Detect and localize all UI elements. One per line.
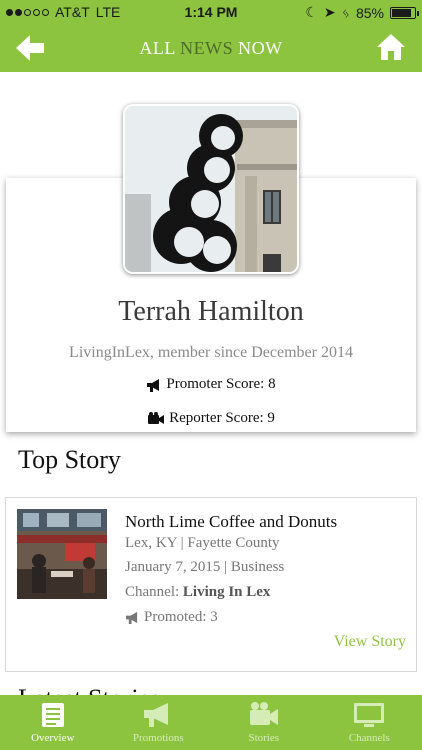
story-thumbnail[interactable] [17,509,107,599]
status-right: ☾ ➤ ᛃ 85% [305,4,419,21]
tab-stories[interactable]: Stories [211,695,317,750]
megaphone-icon [147,378,160,392]
document-icon [41,703,64,727]
tab-channels[interactable]: Channels [317,695,422,750]
monitor-icon [354,703,385,727]
top-story-heading: Top Story [18,445,121,474]
app-title-part1: ALL [139,38,181,58]
promoter-score: Promoter Score: 8 [6,376,416,393]
tab-promotions-label: Promotions [132,732,184,744]
tab-promotions[interactable]: Promotions [106,695,212,750]
nav-bar: ALL NEWS NOW [0,24,422,72]
bluetooth-icon: ᛃ [341,4,350,21]
promoter-score-text: Promoter Score: 8 [166,376,276,392]
battery-icon [390,6,419,19]
story-channel: Channel: Living In Lex [125,584,270,601]
tab-overview[interactable]: Overview [0,695,106,750]
moon-icon: ☾ [305,4,318,20]
story-headline[interactable]: North Lime Coffee and Donuts [125,512,337,532]
story-location: Lex, KY | Fayette County [125,535,280,551]
megaphone-icon [126,611,138,624]
status-bar: AT&T LTE 1:14 PM ☾ ➤ ᛃ 85% [0,0,422,24]
tab-channels-label: Channels [348,732,390,744]
profile-membership: LivingInLex, member since December 2014 [69,344,353,361]
megaphone-icon [144,703,169,727]
app-title-part2: NEWS [180,38,234,58]
video-camera-icon [249,702,278,725]
view-story-link[interactable]: View Story [334,633,406,651]
reporter-score-text: Reporter Score: 9 [169,410,275,426]
tab-stories-label: Stories [248,732,280,744]
profile-name: Terrah Hamilton [118,296,304,327]
tab-overview-label: Overview [31,732,75,744]
profile-avatar [123,104,299,274]
app-title: ALL NEWS NOW [0,38,422,59]
story-promoted-count: Promoted: 3 [144,609,218,625]
battery-percent: 85% [355,4,384,21]
home-icon [377,34,405,60]
story-promoted: Promoted: 3 [125,609,218,626]
reporter-score: Reporter Score: 9 [6,410,416,427]
story-date-category: January 7, 2015 | Business [125,559,285,575]
story-channel-name[interactable]: Living In Lex [183,584,271,600]
top-story-card[interactable]: North Lime Coffee and Donuts Lex, KY | F… [5,497,417,672]
location-arrow-icon: ➤ [323,4,336,20]
video-camera-icon [148,411,165,424]
tab-bar: Overview Promotions Stories Channels [0,695,422,750]
home-button[interactable] [376,32,406,62]
story-channel-label: Channel: [125,584,183,600]
app-title-part3: NOW [233,38,283,58]
